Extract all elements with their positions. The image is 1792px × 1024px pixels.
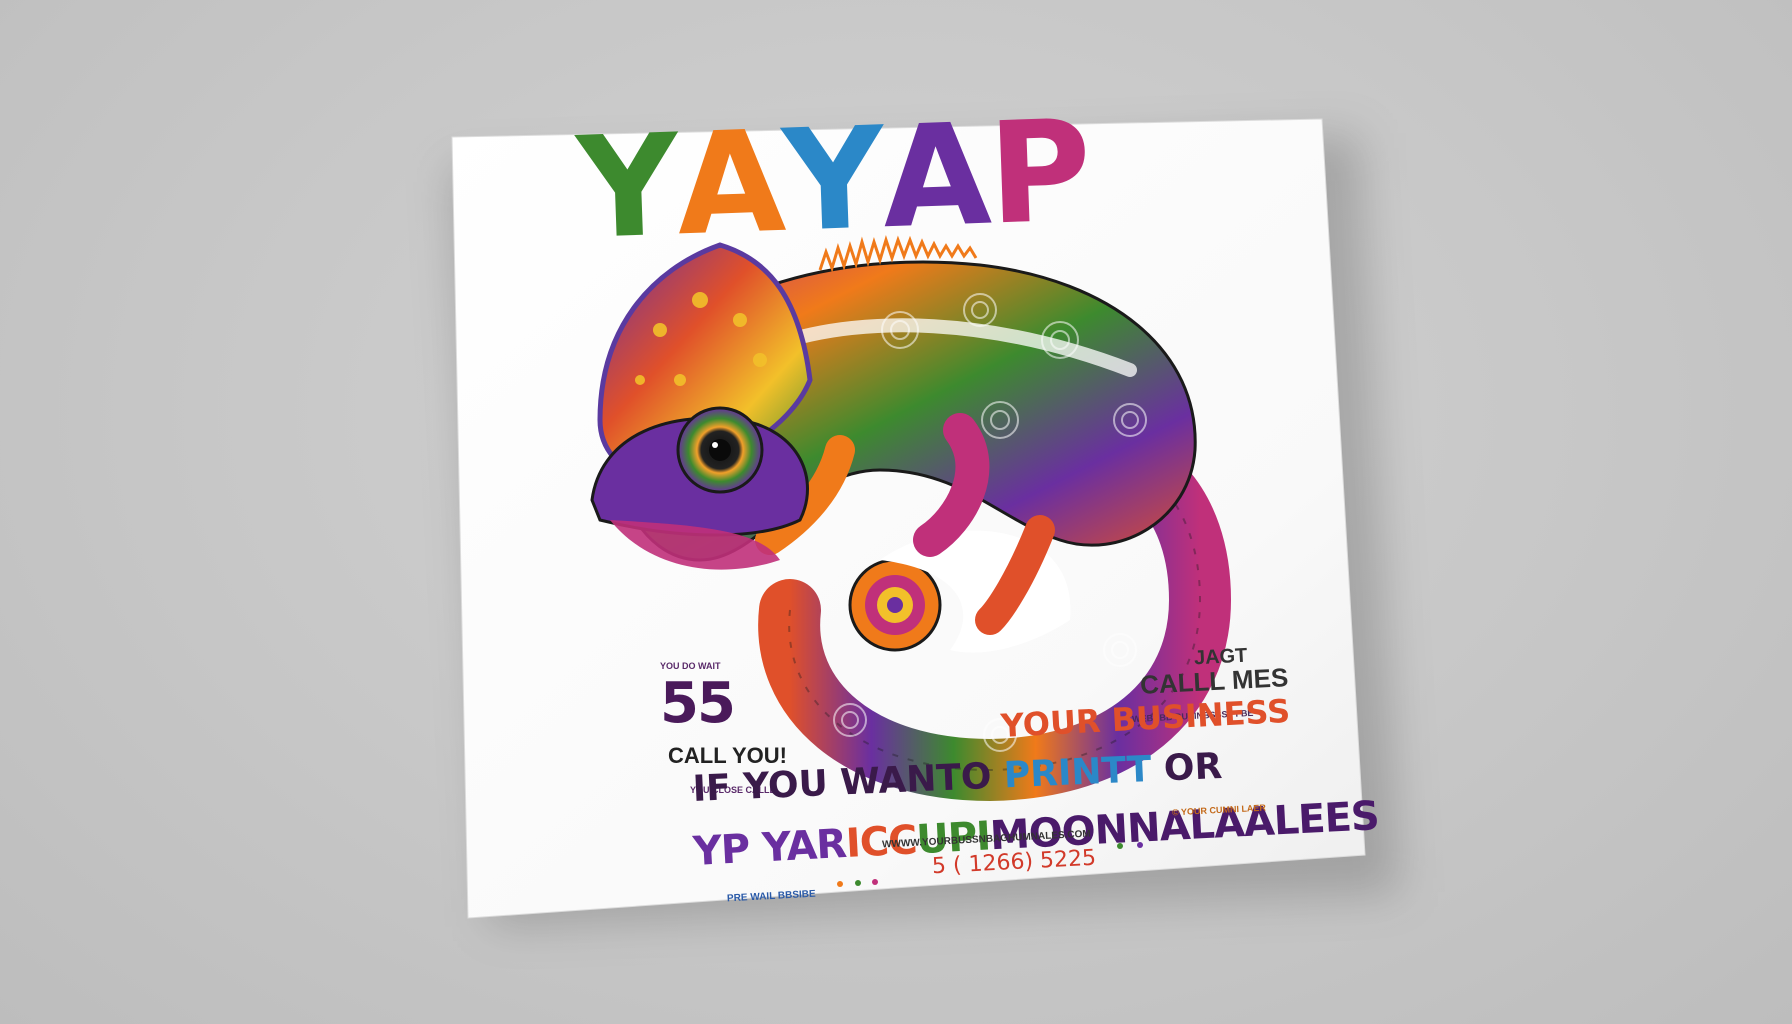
scene: YAYAP YOU DO WAIT 55 CALL YOU! JAGT CALL… (0, 0, 1792, 1024)
decorative-dots (837, 842, 1143, 887)
